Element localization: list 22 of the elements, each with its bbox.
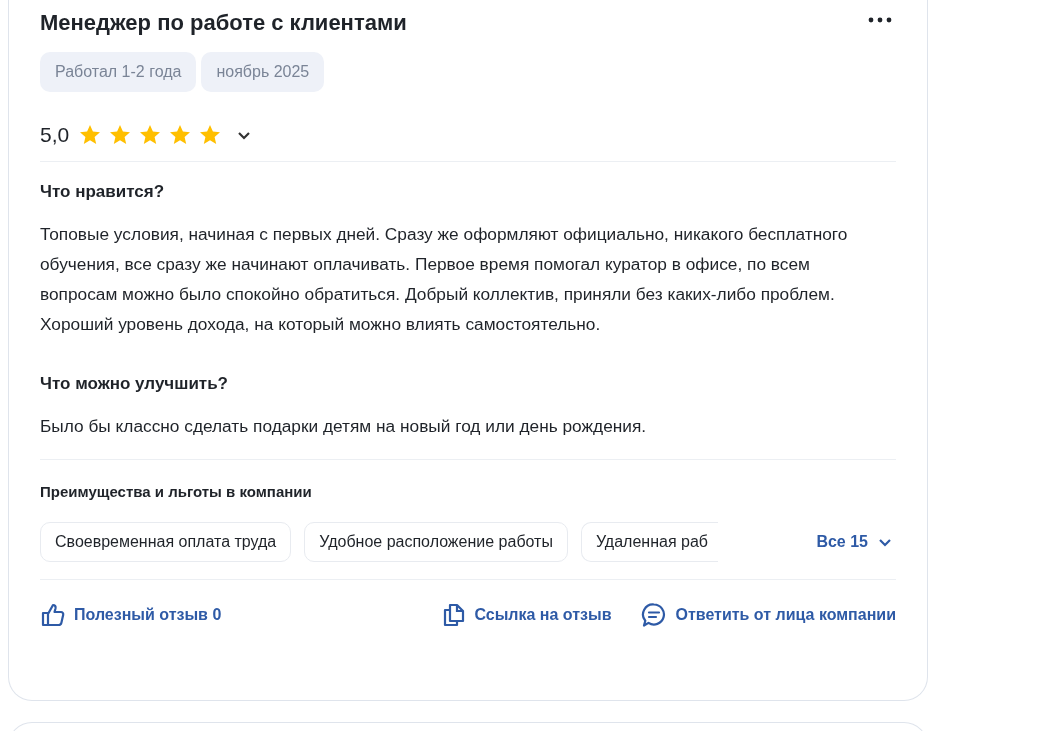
rating-value: 5,0 bbox=[40, 123, 70, 147]
benefit-chip: Удобное расположение работы bbox=[304, 522, 568, 562]
review-text: Было бы классно сделать подарки детям на новый год или день рождения. bbox=[40, 415, 648, 438]
review-text: Топовые условия, начиная с первых дней. Сразу же оформляют официально, никакого бесплатного обучения, все сразу же начинают оплачивать. Первое время помогал куратор в офисе, по всем вопросам можно было спокойно обратиться. Добрый коллектив, приняли без каких-либо проблем. Хороший уровень дохода, на который можно влиять самостоятельно. bbox=[40, 223, 849, 336]
review-title: Менеджер по работе с клиентами bbox=[40, 9, 407, 37]
benefit-chip: Удаленная раб bbox=[580, 522, 718, 562]
more-icon[interactable] bbox=[868, 17, 892, 23]
action-button[interactable]: Ответить от лица компании bbox=[641, 602, 896, 628]
action-button[interactable]: Полезный отзыв 0 bbox=[40, 602, 222, 628]
chevron-down-icon bbox=[878, 537, 892, 547]
benefits-heading: Преимущества и льготы в компании bbox=[40, 483, 313, 500]
section-heading: Что можно улучшить? bbox=[40, 373, 229, 395]
copy-icon bbox=[442, 602, 467, 628]
tag: ноябрь 2025 bbox=[201, 52, 325, 92]
action-button[interactable]: Ссылка на отзыв bbox=[442, 602, 612, 628]
show-all-button[interactable]: Все 15 bbox=[816, 533, 892, 551]
chat-icon bbox=[641, 602, 668, 628]
chevron-down-icon[interactable] bbox=[237, 130, 252, 140]
section-heading: Что нравится? bbox=[40, 181, 166, 203]
benefit-chip: Своевременная оплата труда bbox=[40, 522, 292, 562]
tag: Работал 1-2 года bbox=[40, 52, 197, 92]
thumbs-up-icon bbox=[40, 602, 66, 628]
